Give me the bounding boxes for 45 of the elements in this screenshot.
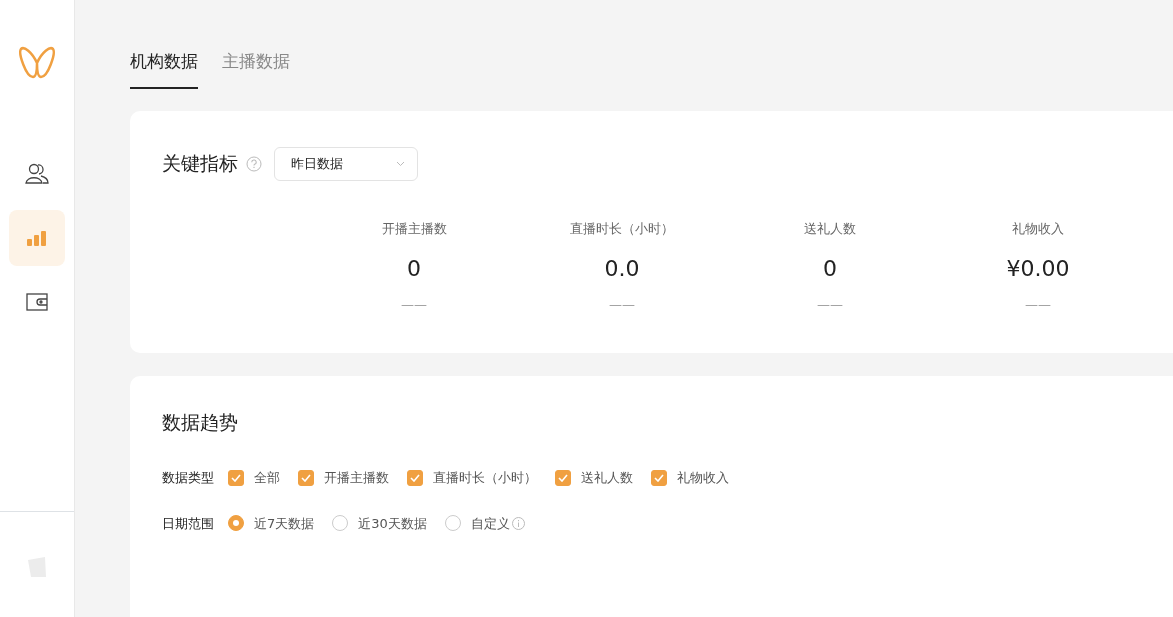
- metric-value: 0.0: [604, 255, 640, 283]
- section-title: 数据趋势: [162, 409, 239, 435]
- checkbox[interactable]: [228, 469, 244, 486]
- section-title: 关键指标: [162, 151, 238, 177]
- radio-button[interactable]: [228, 515, 244, 532]
- checkbox-label: 全部: [254, 469, 280, 487]
- metric-label: 开播主播数: [381, 219, 447, 238]
- filter-label: 数据类型: [162, 469, 214, 487]
- checkbox[interactable]: [651, 469, 667, 486]
- metric-label: 礼物收入: [1012, 219, 1064, 238]
- check-icon: [654, 473, 664, 482]
- check-icon: [410, 473, 420, 482]
- metric-label: 直播时长（小时）: [570, 219, 674, 238]
- checkbox-label: 礼物收入: [677, 469, 729, 487]
- checkbox[interactable]: [407, 469, 423, 486]
- metric-value: 0: [823, 255, 837, 283]
- metric-value: ¥0.00: [1006, 255, 1070, 283]
- period-select[interactable]: 昨日数据: [274, 146, 418, 181]
- metric-change: ——: [401, 296, 427, 314]
- radio-button[interactable]: [332, 515, 349, 532]
- check-icon: [231, 473, 241, 482]
- help-icon: [246, 155, 262, 172]
- radio-label: 近7天数据: [254, 514, 315, 533]
- metric-change: ——: [609, 296, 635, 314]
- metric-label: 送礼人数: [804, 219, 856, 238]
- checkbox-label: 送礼人数: [581, 469, 633, 487]
- checkbox[interactable]: [298, 469, 314, 486]
- wallet-icon: [26, 293, 48, 311]
- bar-chart-icon: [27, 230, 47, 246]
- metric-change: ——: [1025, 296, 1051, 314]
- check-icon: [301, 473, 311, 482]
- users-icon: [25, 163, 49, 185]
- radio-label: 近30天数据: [358, 514, 427, 533]
- check-icon: [558, 473, 568, 482]
- checkbox[interactable]: [555, 469, 571, 486]
- checkbox-label: 直播时长（小时）: [433, 469, 537, 487]
- chevron-down-icon: [396, 160, 405, 167]
- nav-button[interactable]: [9, 210, 65, 266]
- radio-button[interactable]: [444, 515, 461, 532]
- radio-label: 自定义: [470, 514, 510, 533]
- metric-change: ——: [817, 296, 843, 314]
- filter-label: 日期范围: [162, 514, 214, 533]
- metric-value: 0: [407, 255, 421, 283]
- tab[interactable]: 机构数据: [130, 49, 198, 89]
- checkbox-label: 开播主播数: [324, 469, 389, 487]
